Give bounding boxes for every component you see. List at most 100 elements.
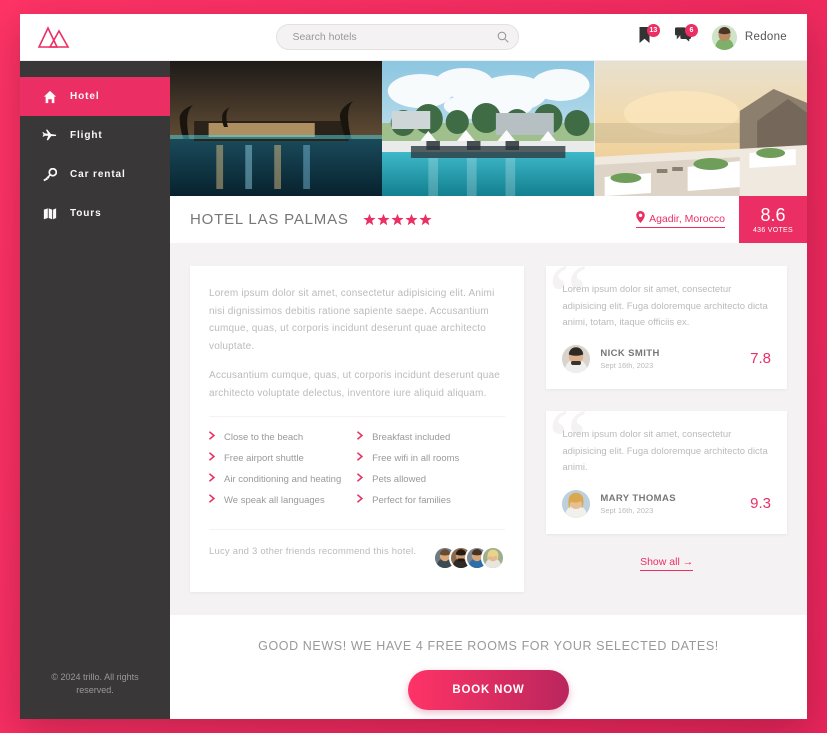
rating-badge: 8.6 436 votes [738,196,807,243]
feature-item: Pets allowed [357,473,505,485]
bookmark-badge: 13 [646,23,660,37]
sidebar-item-car-rental[interactable]: Car rental [20,155,170,194]
sidebar-label: Hotel [70,91,100,102]
star-icon [391,213,404,226]
feature-label: Perfect for families [372,494,451,506]
feature-item: Free wifi in all rooms [357,452,505,464]
hotel-gallery [170,61,807,196]
hotel-description: Lorem ipsum dolor sit amet, consectetur … [190,266,525,592]
chevron-right-icon [357,473,364,485]
book-now-button[interactable]: Book now [408,669,569,710]
feature-item: Perfect for families [357,494,505,506]
review-text: Lorem ipsum dolor sit amet, consectetur … [562,284,768,329]
star-icon [405,213,418,226]
feature-label: Free wifi in all rooms [372,452,460,464]
reviewer-avatar [562,344,591,373]
booking-cta: Good news! We have 4 free rooms for your… [170,614,807,719]
sidebar-label: Flight [70,130,103,141]
friend-recommendation: Lucy and 3 other friends recommend this … [209,544,506,573]
reviewer-avatar [562,489,591,518]
chevron-right-icon [209,431,216,443]
feature-label: Breakfast included [372,431,451,443]
reviewer-name: Mary Thomas [600,492,676,504]
search-button[interactable] [497,31,510,46]
location-pin-icon [636,211,645,226]
gallery-photo-1 [170,61,383,196]
chevron-right-icon [357,431,364,443]
content-area: Hotel Flight Car rental Tours © 2024 tri… [20,61,807,719]
feature-item: We speak all languages [209,494,357,506]
sidebar-item-tours[interactable]: Tours [20,194,170,233]
reviewer-info: Mary Thomas Sept 16th, 2023 [600,493,676,515]
chevron-right-icon [209,494,216,506]
recommend-text: Lucy and 3 other friends recommend this … [209,546,417,557]
home-icon [42,89,57,104]
review-date: Sept 16th, 2023 [600,360,654,370]
chevron-right-icon [357,494,364,506]
search-form [276,24,520,50]
hotel-detail: Lorem ipsum dolor sit amet, consectetur … [170,244,807,615]
star-rating [363,213,432,226]
messages-badge: 6 [684,23,698,37]
feature-item: Free airport shuttle [209,452,357,464]
logo[interactable] [20,25,170,49]
review-rating: 9.3 [750,495,771,513]
reviewer-info: Nick Smith Sept 16th, 2023 [600,348,659,370]
map-icon [42,206,57,221]
user-nav: 13 6 Redone [626,14,807,60]
sidebar-item-hotel[interactable]: Hotel [20,77,170,116]
chevron-right-icon [357,452,364,464]
rating-average: 8.6 [760,204,786,225]
review-text: Lorem ipsum dolor sit amet, consectetur … [562,428,768,474]
reviewer-name: Nick Smith [600,347,660,359]
messages-button[interactable]: 6 [664,14,702,61]
page-title: Hotel Las Palmas [190,211,349,228]
key-icon [42,167,57,182]
app-window: 13 6 [20,14,807,719]
friend-avatars [433,546,506,571]
review-card: Lorem ipsum dolor sit amet, consectetur … [546,410,787,534]
copyright: © 2024 trillo. All rights reserved. [51,671,139,695]
sidebar-nav: Hotel Flight Car rental Tours [20,77,170,233]
review-author: Nick Smith Sept 16th, 2023 7.8 [562,344,771,373]
review-card: Lorem ipsum dolor sit amet, consectetur … [546,266,787,389]
plane-icon [42,128,57,143]
gallery-photo-3 [594,61,807,196]
feature-label: Free airport shuttle [224,452,304,464]
description-paragraph-2: Accusantium cumque, quas, ut corporis in… [209,370,501,399]
feature-list: Close to the beach Breakfast included Fr… [209,416,506,530]
gallery-photo-2 [382,61,595,196]
avatar [711,24,737,50]
hotel-overview: Hotel Las Palmas Agadir, Morocco 8.6 [170,196,807,244]
friend-avatar [481,546,506,571]
feature-label: Pets allowed [372,473,427,485]
sidebar: Hotel Flight Car rental Tours © 2024 tri… [20,61,170,719]
show-all-reviews-button[interactable]: Show all → [640,556,694,571]
review-date: Sept 16th, 2023 [600,505,654,515]
hotel-view: Hotel Las Palmas Agadir, Morocco 8.6 [170,61,807,719]
feature-label: Close to the beach [224,431,304,443]
review-author: Mary Thomas Sept 16th, 2023 9.3 [562,489,771,518]
sidebar-item-flight[interactable]: Flight [20,116,170,155]
user-reviews: Lorem ipsum dolor sit amet, consectetur … [546,266,787,592]
search-icon [497,31,510,46]
sidebar-label: Car rental [70,169,126,180]
search-area [170,24,626,50]
mountain-logo-icon [37,25,70,49]
star-icon [363,213,376,226]
feature-item: Breakfast included [357,431,505,443]
review-rating: 7.8 [750,350,771,368]
feature-item: Air conditioning and heating [209,473,357,485]
chevron-right-icon [209,473,216,485]
search-input[interactable] [277,31,519,43]
location-label: Agadir, Morocco [649,212,725,225]
hotel-location[interactable]: Agadir, Morocco [636,211,725,228]
sidebar-label: Tours [70,208,102,219]
bookmark-button[interactable]: 13 [626,14,664,61]
cta-headline: Good news! We have 4 free rooms for your… [258,638,719,653]
feature-label: We speak all languages [224,494,325,506]
user-name: Redone [744,31,787,43]
user-menu[interactable]: Redone [702,14,793,60]
rating-count: 436 votes [752,226,793,234]
star-icon [377,213,390,226]
